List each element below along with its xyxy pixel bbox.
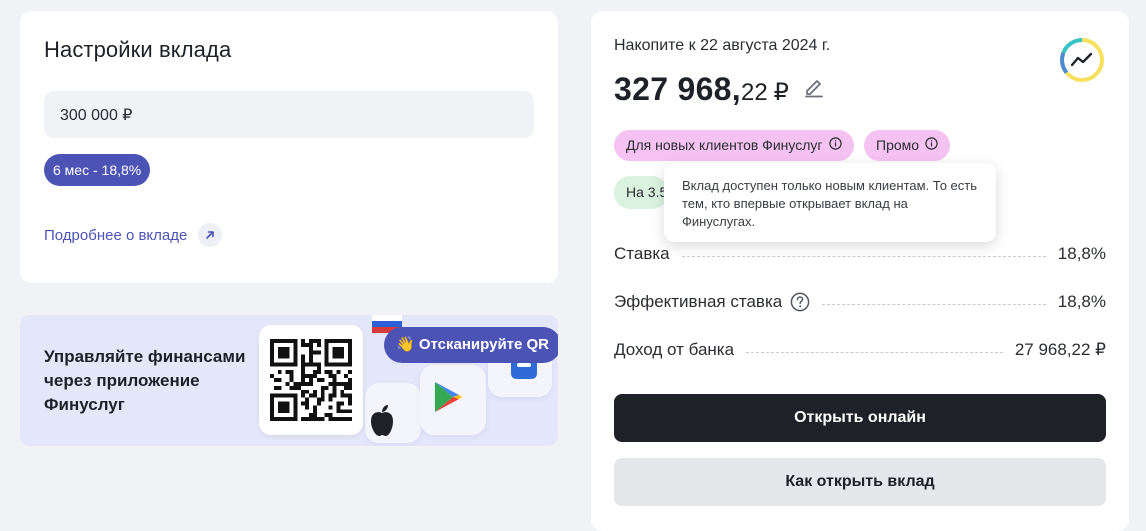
- effective-rate-row: Эффективная ставка 18,8%: [614, 289, 1106, 315]
- amount-value: 300 000 ₽: [60, 107, 133, 124]
- effective-rate-value: 18,8%: [1057, 292, 1106, 311]
- term-rate-chip[interactable]: 6 мес - 18,8%: [44, 154, 151, 186]
- qr-code[interactable]: [259, 325, 363, 435]
- total-amount-fraction: 22: [740, 79, 768, 106]
- income-value: 27 968,22 ₽: [1014, 340, 1106, 359]
- tag-new-clients-label: Для новых клиентов Финуслуг: [626, 137, 823, 153]
- tag-promo-label: Промо: [876, 137, 920, 153]
- bank-logo-icon: [1058, 36, 1106, 89]
- total-amount-currency: ₽: [773, 79, 789, 106]
- rate-label: Ставка: [614, 244, 670, 263]
- settings-title: Настройки вклада: [44, 37, 232, 62]
- tag-new-clients[interactable]: Для новых клиентов Финуслуг: [614, 130, 854, 161]
- app-promo-banner: Управляйте финансами через приложение Фи…: [20, 315, 558, 446]
- effective-rate-label: Эффективная ставка: [614, 292, 783, 311]
- rate-row: Ставка 18,8%: [614, 241, 1106, 267]
- total-amount: 327 968, 22 ₽: [614, 71, 825, 108]
- amount-input[interactable]: 300 000 ₽: [44, 91, 534, 138]
- income-row: Доход от банка 27 968,22 ₽: [614, 337, 1106, 363]
- deposit-settings-card: Настройки вклада 300 000 ₽ 6 мес - 18,8%…: [20, 11, 558, 283]
- how-to-open-button[interactable]: Как открыть вклад: [614, 458, 1106, 506]
- total-amount-integer: 327 968,: [614, 71, 741, 107]
- scan-qr-badge: 👋 Отсканируйте QR: [384, 327, 558, 363]
- apple-icon: [367, 403, 397, 444]
- tag-promo[interactable]: Промо: [864, 130, 951, 161]
- open-online-button[interactable]: Открыть онлайн: [614, 394, 1106, 442]
- promo-text: Управляйте финансами через приложение Фи…: [44, 347, 246, 414]
- accumulate-label: Накопите к 22 августа 2024 г.: [614, 37, 831, 54]
- tag-term[interactable]: На 3.5: [614, 176, 668, 209]
- arrow-up-right-icon: [198, 223, 223, 247]
- dotted-leader: [681, 255, 1046, 257]
- edit-pencil-icon[interactable]: [803, 76, 825, 103]
- income-label: Доход от банка: [614, 340, 735, 359]
- dotted-leader: [822, 303, 1046, 305]
- info-icon: [925, 130, 938, 161]
- deposit-summary-card: Накопите к 22 августа 2024 г. 327 968, 2…: [591, 11, 1129, 531]
- info-icon: [828, 130, 842, 161]
- more-about-deposit-link[interactable]: Подробнее о вкладе: [44, 221, 223, 249]
- more-link-label: Подробнее о вкладе: [44, 226, 188, 244]
- question-icon[interactable]: [790, 292, 810, 312]
- rate-value: 18,8%: [1057, 244, 1106, 263]
- dotted-leader: [746, 351, 1003, 353]
- tooltip-new-clients: Вклад доступен только новым клиентам. То…: [664, 163, 996, 242]
- google-play-icon: [431, 379, 465, 420]
